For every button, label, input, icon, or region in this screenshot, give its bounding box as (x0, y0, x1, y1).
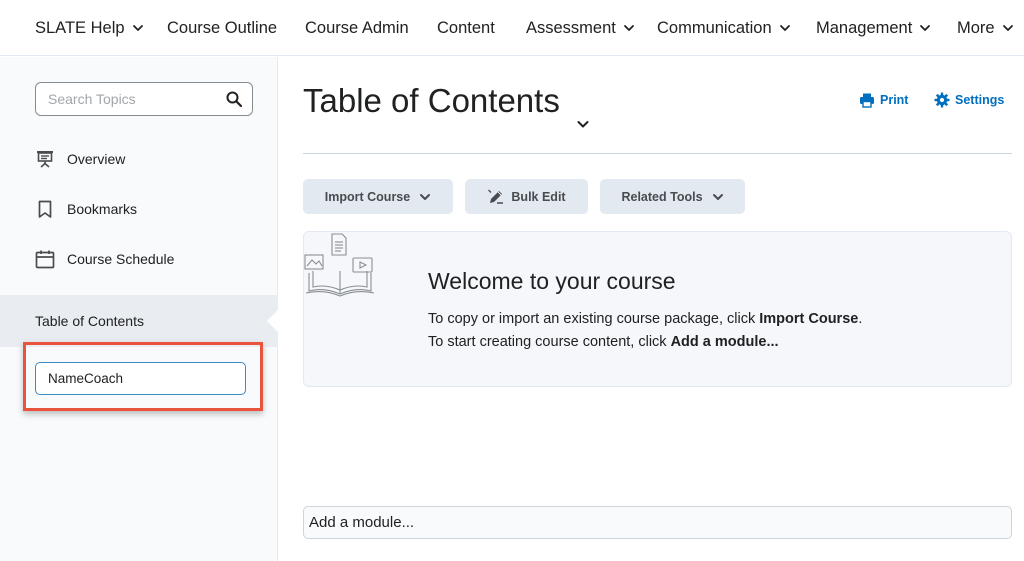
bulk-edit-button[interactable]: Bulk Edit (465, 179, 588, 214)
welcome-text: . (858, 311, 863, 327)
welcome-line-import: To copy or import an existing course pac… (428, 311, 862, 327)
sidebar-item-overview[interactable]: Overview (35, 149, 125, 169)
top-navigation: SLATE Help Course Outline Course Admin C… (0, 0, 1024, 56)
button-label: Bulk Edit (511, 189, 566, 204)
welcome-panel: Welcome to your course To copy or import… (303, 231, 1012, 387)
sidebar-item-label: Overview (67, 151, 126, 167)
button-label: Related Tools (621, 189, 703, 204)
page-title: Table of Contents (303, 82, 560, 119)
sidebar-item-label: Course Schedule (67, 251, 175, 267)
related-tools-button[interactable]: Related Tools (600, 179, 745, 214)
sidebar: Overview Bookmarks Course Schedule Table… (0, 57, 279, 561)
nav-label: Content (437, 18, 495, 37)
chevron-down-icon (919, 22, 931, 34)
nav-course-admin[interactable]: Course Admin (305, 0, 409, 56)
settings-label: Settings (955, 93, 1005, 107)
add-module-field (303, 506, 1012, 539)
calendar-icon (35, 249, 55, 269)
welcome-bold: Import Course (759, 311, 859, 327)
bookmark-icon (35, 199, 55, 219)
add-module-input[interactable] (304, 507, 1011, 538)
print-label: Print (880, 93, 909, 107)
new-module-input-wrapper (35, 362, 246, 395)
chevron-down-icon (712, 191, 724, 203)
nav-label: Management (816, 18, 913, 37)
nav-slate-help[interactable]: SLATE Help (35, 0, 144, 56)
open-book-illustration (304, 233, 376, 297)
sidebar-item-table-of-contents[interactable]: Table of Contents (0, 295, 279, 347)
nav-assessment[interactable]: Assessment (526, 0, 635, 56)
welcome-text: To copy or import an existing course pac… (428, 311, 760, 327)
chevron-down-icon (1002, 22, 1014, 34)
nav-label: Course Admin (305, 18, 409, 37)
nav-label: Course Outline (167, 18, 278, 37)
active-indicator (267, 309, 279, 333)
pencil-icon (487, 188, 505, 206)
nav-label: Assessment (526, 18, 616, 37)
sidebar-item-label: Table of Contents (35, 313, 144, 329)
header-divider (303, 153, 1012, 154)
printer-icon (859, 92, 875, 108)
welcome-bold: Add a module... (670, 334, 779, 350)
chevron-down-icon (132, 22, 144, 34)
search-topics-box (35, 82, 253, 116)
print-button[interactable]: Print (859, 92, 908, 108)
page-title-dropdown[interactable]: Table of Contents (303, 82, 590, 128)
chevron-down-icon (779, 22, 791, 34)
sidebar-item-course-schedule[interactable]: Course Schedule (35, 249, 174, 269)
welcome-title: Welcome to your course (428, 268, 676, 294)
button-label: Import Course (324, 189, 411, 204)
chevron-down-icon (623, 22, 635, 34)
nav-management[interactable]: Management (816, 0, 931, 56)
import-course-button[interactable]: Import Course (303, 179, 453, 214)
nav-content[interactable]: Content (437, 0, 495, 56)
search-input[interactable] (36, 83, 216, 115)
nav-communication[interactable]: Communication (657, 0, 791, 56)
settings-button[interactable]: Settings (934, 92, 1004, 108)
presentation-icon (35, 149, 55, 169)
chevron-down-icon (576, 101, 590, 128)
new-module-input[interactable] (36, 363, 245, 394)
search-icon[interactable] (225, 90, 243, 108)
sidebar-item-label: Bookmarks (67, 201, 138, 217)
welcome-text: To start creating course content, click (428, 334, 671, 350)
nav-more[interactable]: More (957, 0, 1014, 56)
gear-icon (934, 92, 950, 108)
nav-label: Communication (657, 18, 772, 37)
welcome-line-add-module: To start creating course content, click … (428, 334, 779, 350)
nav-course-outline[interactable]: Course Outline (167, 0, 277, 56)
nav-label: SLATE Help (35, 18, 125, 37)
sidebar-item-bookmarks[interactable]: Bookmarks (35, 199, 137, 219)
chevron-down-icon (419, 191, 431, 203)
nav-label: More (957, 18, 995, 37)
